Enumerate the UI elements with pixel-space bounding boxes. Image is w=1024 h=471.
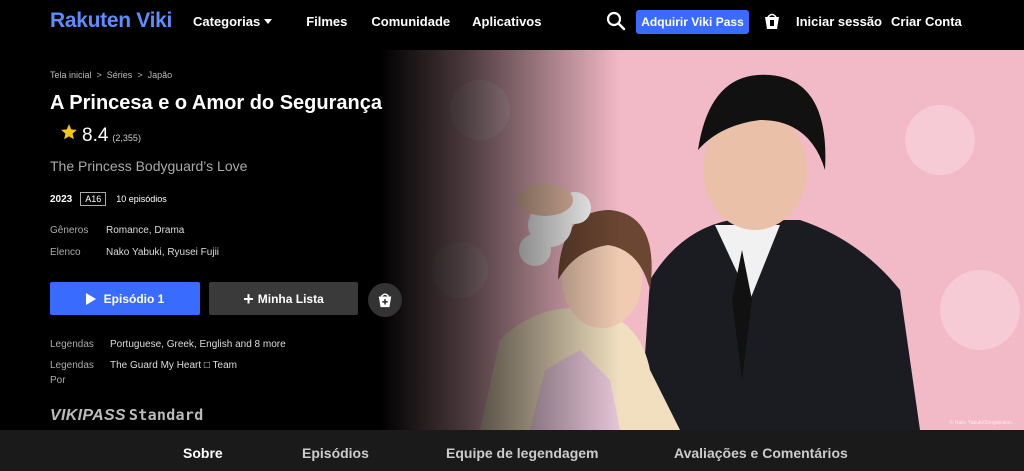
play-icon — [85, 292, 96, 305]
breadcrumb-separator: > — [137, 70, 143, 80]
main-nav: Categorias Filmes Comunidade Aplicativos — [193, 14, 541, 29]
logo-viki-text: Viki — [136, 9, 173, 32]
get-vikipass-button[interactable]: Adquirir Viki Pass — [636, 10, 749, 34]
original-title: The Princess Bodyguard’s Love — [50, 158, 248, 174]
rating-count: (2,355) — [112, 133, 141, 143]
caret-down-icon — [264, 19, 273, 24]
collection-bucket-icon — [378, 293, 392, 308]
logo-rakuten-text: Rakuten — [50, 9, 137, 32]
subtitlers-label-line1: Legendas — [50, 360, 94, 371]
cast-value[interactable]: Nako Yabuki, Ryusei Fujii — [106, 247, 219, 258]
nav-categorias-label: Categorias — [193, 14, 261, 29]
signup-link[interactable]: Criar Conta — [891, 14, 962, 29]
page-title: A Princesa e o Amor do Segurança — [50, 92, 382, 114]
release-year: 2023 — [50, 193, 73, 205]
search-icon[interactable] — [606, 11, 626, 31]
genres-row: Gêneros Romance, Drama — [50, 225, 184, 236]
play-episode-label: Episódio 1 — [103, 291, 165, 306]
breadcrumb-separator: > — [96, 70, 102, 80]
nav-filmes[interactable]: Filmes — [306, 14, 347, 29]
episode-count: 10 episódios — [116, 194, 167, 204]
hero-image-credit: © Nako Yabuki/Shogakukan... — [949, 420, 1016, 426]
subtitlers-label: Legendas Por — [50, 358, 110, 388]
cast-label: Elenco — [50, 247, 81, 258]
subtitles-label: Legendas — [50, 339, 94, 350]
vikipass-tier: Standard — [128, 406, 204, 424]
breadcrumb-japan[interactable]: Japão — [148, 70, 173, 80]
age-rating-badge: A16 — [80, 192, 107, 206]
show-meta: 2023 A16 10 episódios — [50, 192, 167, 206]
subtitlers-label-line2: Por — [50, 375, 66, 386]
play-episode-button[interactable]: Episódio 1 — [50, 282, 200, 315]
add-to-list-button[interactable]: + Minha Lista — [209, 282, 358, 315]
genres-label: Gêneros — [50, 225, 89, 236]
subtitlers-value[interactable]: The Guard My Heart □ Team — [110, 360, 237, 371]
add-to-collection-button[interactable] — [368, 283, 402, 317]
tab-episodios[interactable]: Episódios — [302, 445, 369, 461]
breadcrumb: Tela inicial > Séries > Japão — [50, 70, 177, 80]
tab-equipe-legendagem[interactable]: Equipe de legendagem — [446, 445, 598, 461]
star-icon — [61, 124, 77, 140]
subtitles-row: Legendas Portuguese, Greek, English and 8… — [50, 337, 286, 352]
hero-gradient-overlay — [380, 50, 620, 430]
nav-aplicativos[interactable]: Aplicativos — [472, 14, 541, 29]
nav-categorias[interactable]: Categorias — [193, 14, 273, 29]
genres-value[interactable]: Romance, Drama — [106, 225, 184, 236]
rating-score: 8.4 — [82, 125, 109, 146]
subtitles-value[interactable]: Portuguese, Greek, English and 8 more — [110, 339, 286, 350]
vikipass-standard-badge: VIKIPASS Standard — [50, 406, 204, 425]
login-link[interactable]: Iniciar sessão — [796, 14, 882, 29]
rating: 8.4 (2,355) — [60, 123, 141, 147]
show-hero: © Nako Yabuki/Shogakukan... Tela inicial… — [0, 50, 1024, 430]
show-tabs: Sobre Episódios Equipe de legendagem Ava… — [0, 430, 1024, 471]
subtitlers-row: Legendas Por The Guard My Heart □ Team — [50, 358, 237, 388]
tab-avaliacoes[interactable]: Avaliações e Comentários — [674, 445, 848, 461]
top-navigation: Rakuten Viki Categorias Filmes Comunidad… — [0, 0, 1024, 44]
breadcrumb-series[interactable]: Séries — [107, 70, 133, 80]
vikipass-brand: VIKIPASS — [50, 407, 126, 424]
collection-bucket-icon[interactable] — [763, 11, 781, 31]
tab-sobre[interactable]: Sobre — [183, 445, 223, 461]
nav-comunidade[interactable]: Comunidade — [371, 14, 450, 29]
breadcrumb-home[interactable]: Tela inicial — [50, 70, 92, 80]
cast-row: Elenco Nako Yabuki, Ryusei Fujii — [50, 247, 219, 258]
plus-icon: + — [243, 288, 254, 309]
rakuten-viki-logo[interactable]: Rakuten Viki — [50, 9, 172, 33]
add-to-list-label: Minha Lista — [257, 291, 324, 306]
